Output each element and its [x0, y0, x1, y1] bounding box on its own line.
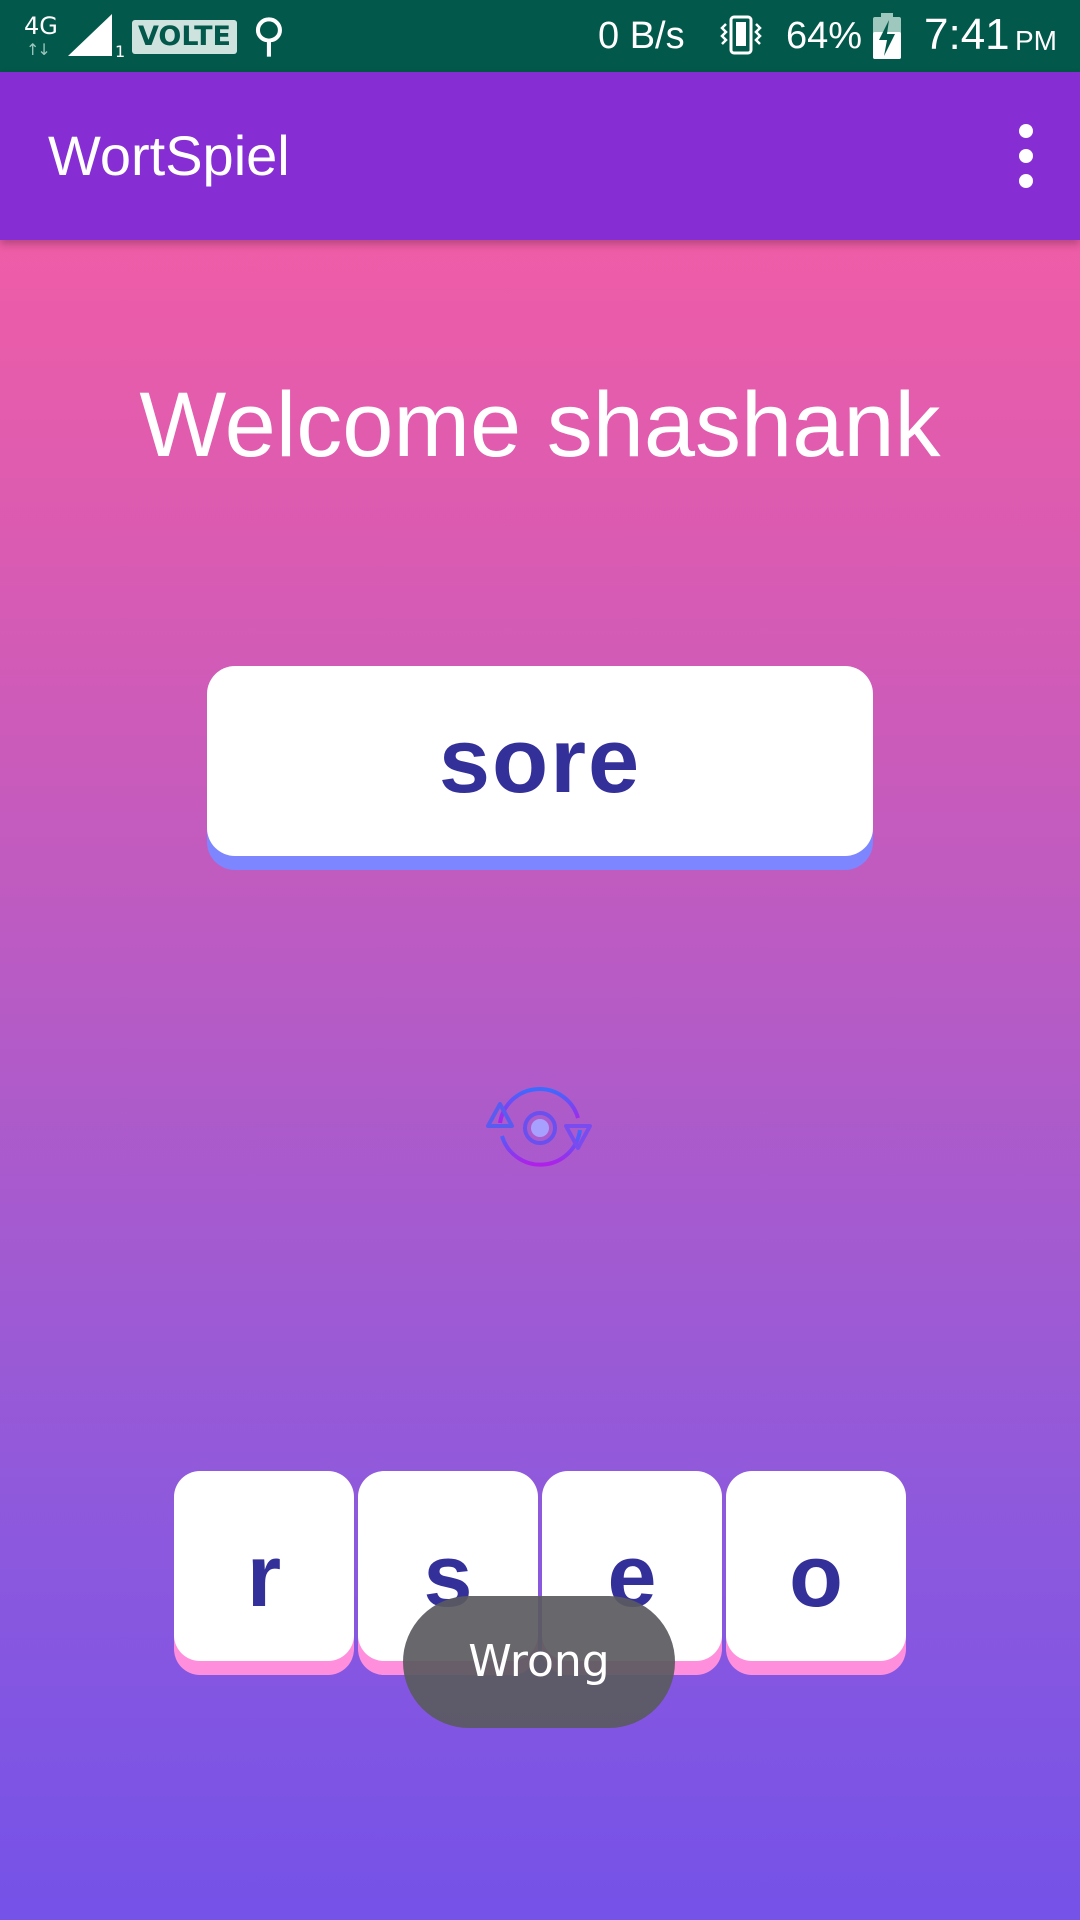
menu-dot	[1019, 149, 1033, 163]
shuffle-icon[interactable]	[470, 1068, 610, 1188]
letter-tile[interactable]: o	[726, 1471, 906, 1661]
app-title: WortSpiel	[48, 124, 290, 187]
tile-letter: r	[246, 1526, 282, 1625]
battery-percent: 64%	[786, 15, 863, 57]
data-speed: 0 B/s	[598, 15, 685, 57]
letter-tile[interactable]: r	[174, 1471, 354, 1661]
battery-charging-icon	[872, 12, 902, 65]
status-bar: 4G ↑↓ 1 VOLTE ⚲ 0 B/s 64% 7:41 PM	[0, 0, 1080, 72]
data-activity-icon: ↑↓	[26, 40, 51, 59]
usb-icon: ⚲	[252, 8, 286, 62]
menu-dot	[1019, 174, 1033, 188]
answer-word-card[interactable]: sore	[207, 666, 873, 856]
clock-ampm: PM	[1015, 25, 1057, 56]
screen: 4G ↑↓ 1 VOLTE ⚲ 0 B/s 64% 7:41 PM WortSp…	[0, 0, 1080, 1920]
toast-message: Wrong	[403, 1596, 675, 1728]
sim-slot: 1	[115, 42, 126, 61]
menu-dot	[1019, 124, 1033, 138]
signal-icon	[68, 14, 112, 56]
network-type: 4G	[24, 12, 58, 40]
answer-word: sore	[438, 710, 642, 812]
welcome-text: Welcome shashank	[139, 374, 941, 476]
volte-badge: VOLTE	[132, 20, 237, 54]
more-vert-icon[interactable]	[1000, 120, 1052, 192]
app-bar: WortSpiel	[0, 72, 1080, 240]
tile-letter: o	[789, 1526, 843, 1625]
vibrate-icon	[718, 14, 764, 61]
clock-time: 7:41	[924, 10, 1010, 59]
